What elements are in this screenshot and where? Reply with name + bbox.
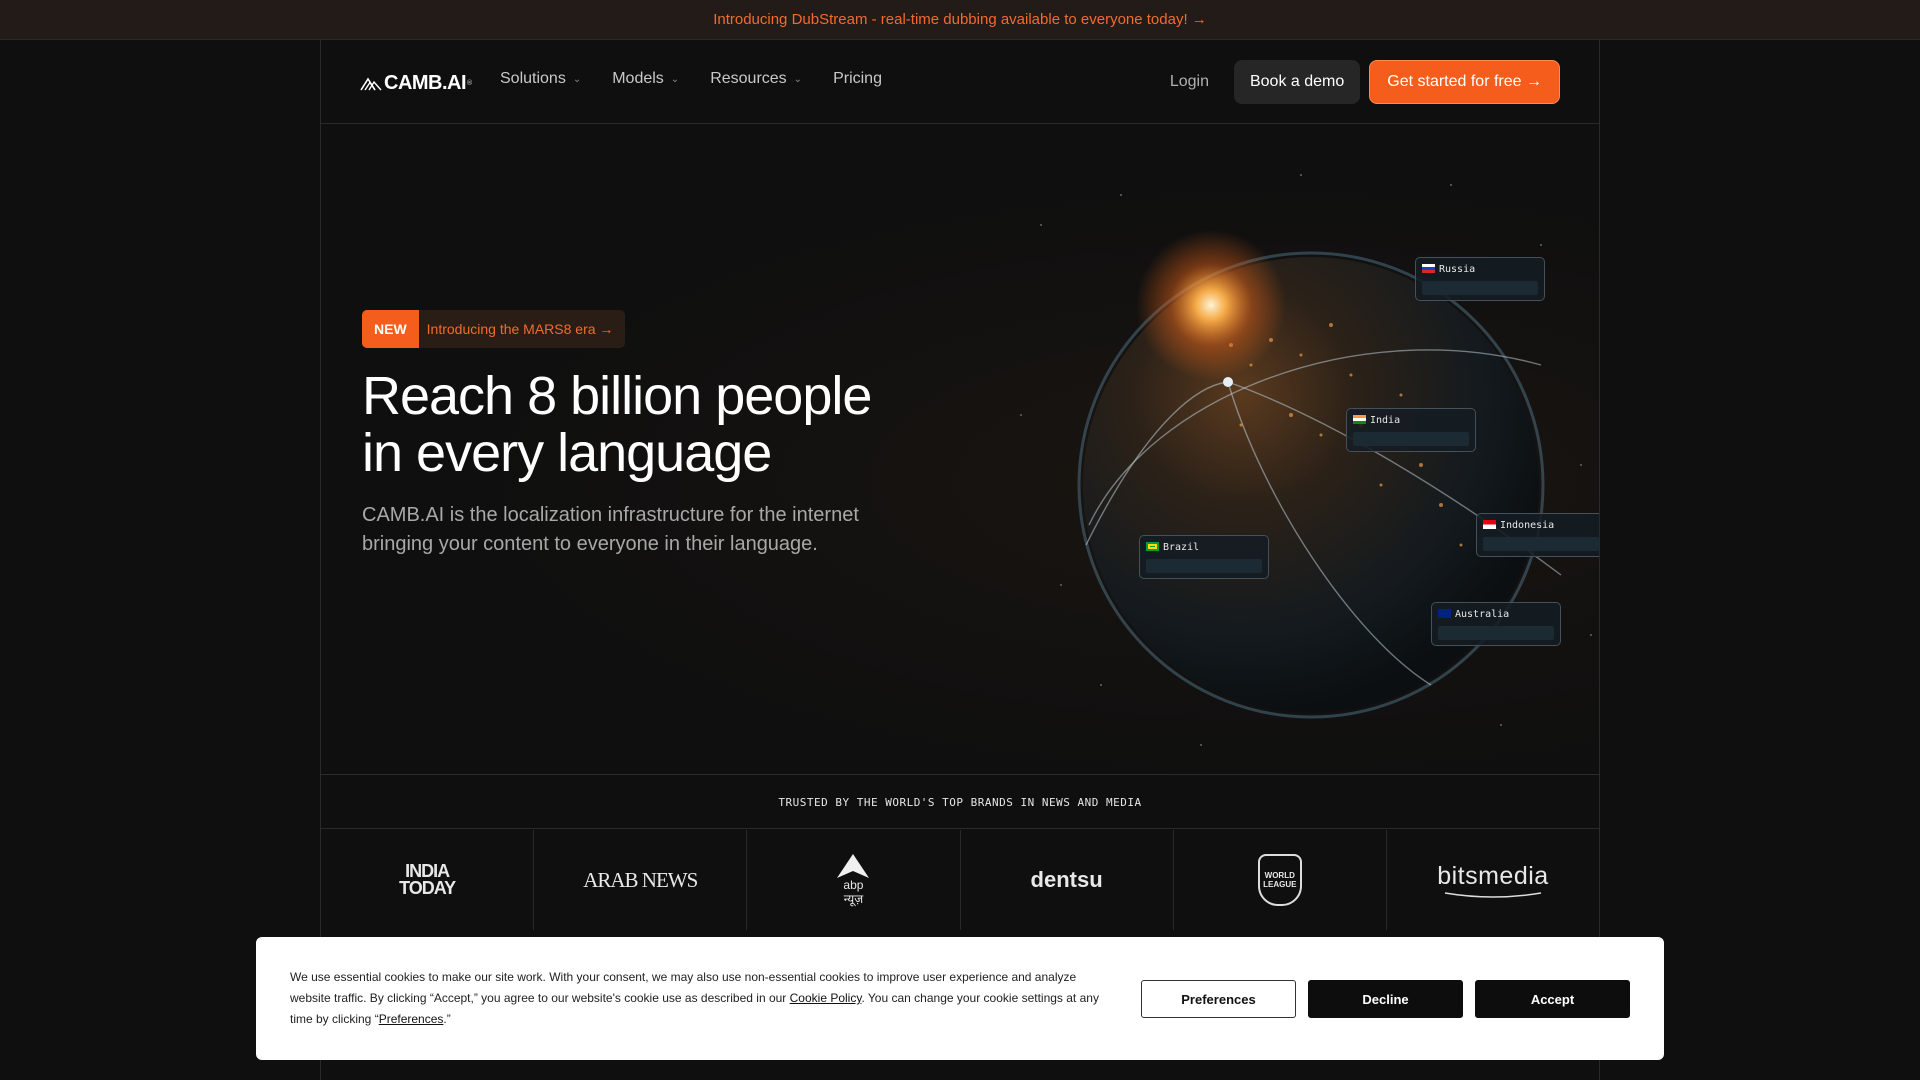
logo-text: CAMB.AI (384, 72, 467, 94)
headline-line-1: Reach 8 billion people (362, 366, 872, 426)
globe-tag-india: India (1346, 408, 1476, 452)
flag-australia-icon (1438, 609, 1451, 618)
audio-waveform (1483, 537, 1599, 551)
hero-headline: Reach 8 billion people in every language (362, 368, 962, 482)
menu-label: Solutions (500, 70, 566, 87)
logo-india-today: INDIA TODAY (321, 830, 535, 930)
tag-label: Australia (1455, 609, 1510, 620)
brand-logos: INDIA TODAY ARAB NEWS abp न्यूज़ dentsu … (321, 830, 1599, 930)
world-league-shield-icon: WORLD LEAGUE (1257, 854, 1302, 906)
logo-abp-news: abp न्यूज़ (747, 830, 961, 930)
abp-logo: abp न्यूज़ (843, 878, 864, 906)
cookie-message: We use essential cookies to make our sit… (290, 967, 1120, 1030)
menu-label: Resources (710, 70, 787, 87)
globe-tag-indonesia: Indonesia (1476, 513, 1599, 557)
audio-waveform (1353, 432, 1469, 446)
nav-actions: Login Book a demo Get started for free → (1170, 60, 1560, 104)
cookie-text-3: .” (443, 1012, 451, 1026)
subtext-line-1: CAMB.AI is the localization infrastructu… (362, 504, 859, 526)
cookie-policy-link[interactable]: Cookie Policy (790, 991, 862, 1005)
tag-label: Russia (1439, 264, 1476, 275)
mars8-badge[interactable]: NEW Introducing the MARS8 era → (362, 310, 626, 348)
arab-news-logo: ARAB NEWS (583, 867, 698, 892)
logo-bitsmedia: bitsmedia (1387, 830, 1599, 930)
tag-label: India (1370, 415, 1401, 426)
camb-logo[interactable]: CAMB.AI ® (360, 72, 472, 95)
top-nav: CAMB.AI ® Solutions ⌄ Models ⌄ Resources … (320, 40, 1600, 124)
audio-waveform (1146, 559, 1262, 573)
main-menu: Solutions ⌄ Models ⌄ Resources ⌄ Pricing (500, 70, 882, 88)
globe-tag-australia: Australia (1431, 602, 1561, 646)
logo-trademark: ® (467, 80, 472, 87)
flag-brazil-icon (1146, 542, 1159, 551)
globe-tag-brazil: Brazil (1139, 535, 1269, 579)
preferences-link[interactable]: Preferences (379, 1012, 444, 1026)
trusted-by-heading: TRUSTED BY THE WORLD'S TOP BRANDS IN NEW… (321, 776, 1599, 829)
cookie-actions: Preferences Decline Accept (1141, 980, 1630, 1018)
tag-label: Indonesia (1500, 520, 1555, 531)
menu-models[interactable]: Models ⌄ (612, 70, 679, 88)
flag-russia-icon (1422, 264, 1435, 273)
chevron-down-icon: ⌄ (670, 73, 680, 85)
chevron-down-icon: ⌄ (793, 73, 803, 85)
bitsmedia-swoosh-icon (1444, 891, 1542, 898)
globe-graphic (1020, 174, 1592, 746)
globe-illustration: Russia India Indonesia Brazil Australia (1001, 165, 1599, 765)
login-link[interactable]: Login (1170, 73, 1209, 91)
logo-world-league: WORLD LEAGUE (1174, 830, 1387, 930)
flag-indonesia-icon (1483, 520, 1496, 529)
menu-resources[interactable]: Resources ⌄ (710, 70, 802, 88)
menu-pricing[interactable]: Pricing (833, 70, 882, 88)
book-demo-button[interactable]: Book a demo (1233, 60, 1361, 104)
subtext-line-2: bringing your content to everyone in the… (362, 533, 818, 555)
hero-section: NEW Introducing the MARS8 era → Reach 8 … (321, 125, 1599, 775)
logo-dentsu: dentsu (961, 830, 1174, 930)
world-league-logo: WORLD LEAGUE (1263, 871, 1297, 889)
get-started-button[interactable]: Get started for free → (1369, 60, 1560, 104)
chevron-down-icon: ⌄ (572, 73, 582, 85)
cookie-banner: We use essential cookies to make our sit… (256, 937, 1664, 1060)
badge-text: Introducing the MARS8 era → (426, 321, 614, 337)
camb-logo-icon (360, 77, 382, 90)
globe-tag-russia: Russia (1415, 257, 1545, 301)
menu-label: Models (612, 70, 664, 87)
india-today-logo: INDIA TODAY (399, 861, 456, 898)
flag-india-icon (1353, 415, 1366, 424)
announcement-text[interactable]: Introducing DubStream - real-time dubbin… (713, 11, 1207, 28)
bitsmedia-logo: bitsmedia (1437, 861, 1549, 890)
audio-waveform (1422, 281, 1538, 295)
new-label: NEW (362, 310, 419, 348)
menu-solutions[interactable]: Solutions ⌄ (500, 70, 581, 88)
abp-arrow-icon (837, 854, 870, 878)
decline-button[interactable]: Decline (1308, 980, 1463, 1018)
logo-arab-news: ARAB NEWS (534, 830, 748, 930)
menu-label: Pricing (833, 70, 882, 87)
audio-waveform (1438, 626, 1554, 640)
dentsu-logo: dentsu (1030, 867, 1103, 892)
preferences-button[interactable]: Preferences (1141, 980, 1296, 1018)
headline-line-2: in every language (362, 423, 772, 483)
accept-button[interactable]: Accept (1475, 980, 1630, 1018)
announcement-bar[interactable]: Introducing DubStream - real-time dubbin… (0, 0, 1920, 40)
tag-label: Brazil (1163, 542, 1200, 553)
hero-subtext: CAMB.AI is the localization infrastructu… (362, 501, 922, 559)
